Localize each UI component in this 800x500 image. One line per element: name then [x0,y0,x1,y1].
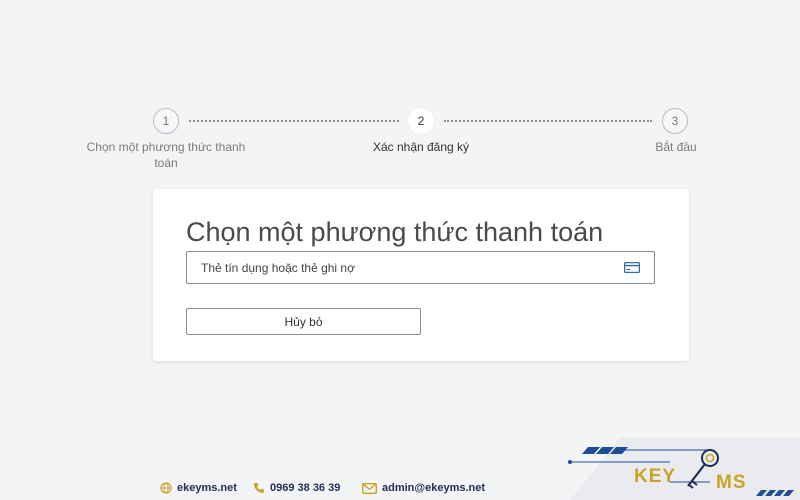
payment-method-card: Chọn một phương thức thanh toán Thẻ tín … [153,189,689,361]
step-2-label: Xác nhận đăng ký [346,139,496,155]
mail-icon [362,482,377,494]
phone-icon [254,483,264,493]
step-connector-1 [189,120,399,122]
logo-text-key: KEY [634,466,676,487]
footer-email[interactable]: admin@ekeyms.net [362,482,485,494]
card-icon [624,262,640,273]
step-3-circle: 3 [662,108,688,134]
globe-icon [160,482,172,494]
website-text: ekeyms.net [177,482,237,494]
step-2-circle: 2 [408,108,434,134]
step-3-label: Bắt đầu [626,139,726,155]
step-1-label-line1: Chọn một phương thức thanh [86,140,246,154]
phone-text: 0969 38 36 39 [270,482,341,494]
step-2-label-line1: Xác nhận đăng ký [372,140,470,154]
step-1-label: Chọn một phương thức thanh toán [76,139,256,171]
step-3-label-line1: Bắt đầu [655,140,697,154]
logo-text-ms: MS [716,472,747,493]
step-1-number: 1 [162,114,170,128]
email-text: admin@ekeyms.net [382,482,486,494]
footer-phone[interactable]: 0969 38 36 39 [253,482,340,494]
payment-option-label: Thẻ tín dụng hoặc thẻ ghi nợ [201,260,355,275]
keyms-logo-panel: KEY MS [568,438,800,500]
progress-stepper: 1 2 3 Chọn một phương thức thanh toán Xá… [0,108,800,178]
step-connector-2 [444,120,652,122]
step-2-number: 2 [417,114,425,128]
step-1-label-line2: toán [154,156,178,170]
step-3-number: 3 [671,114,679,128]
payment-option-credit-card[interactable]: Thẻ tín dụng hoặc thẻ ghi nợ [186,251,655,284]
cancel-button[interactable]: Hủy bỏ [186,308,421,335]
card-title: Chọn một phương thức thanh toán [186,217,604,247]
footer-website[interactable]: ekeyms.net [160,482,237,494]
step-1-circle: 1 [153,108,179,134]
